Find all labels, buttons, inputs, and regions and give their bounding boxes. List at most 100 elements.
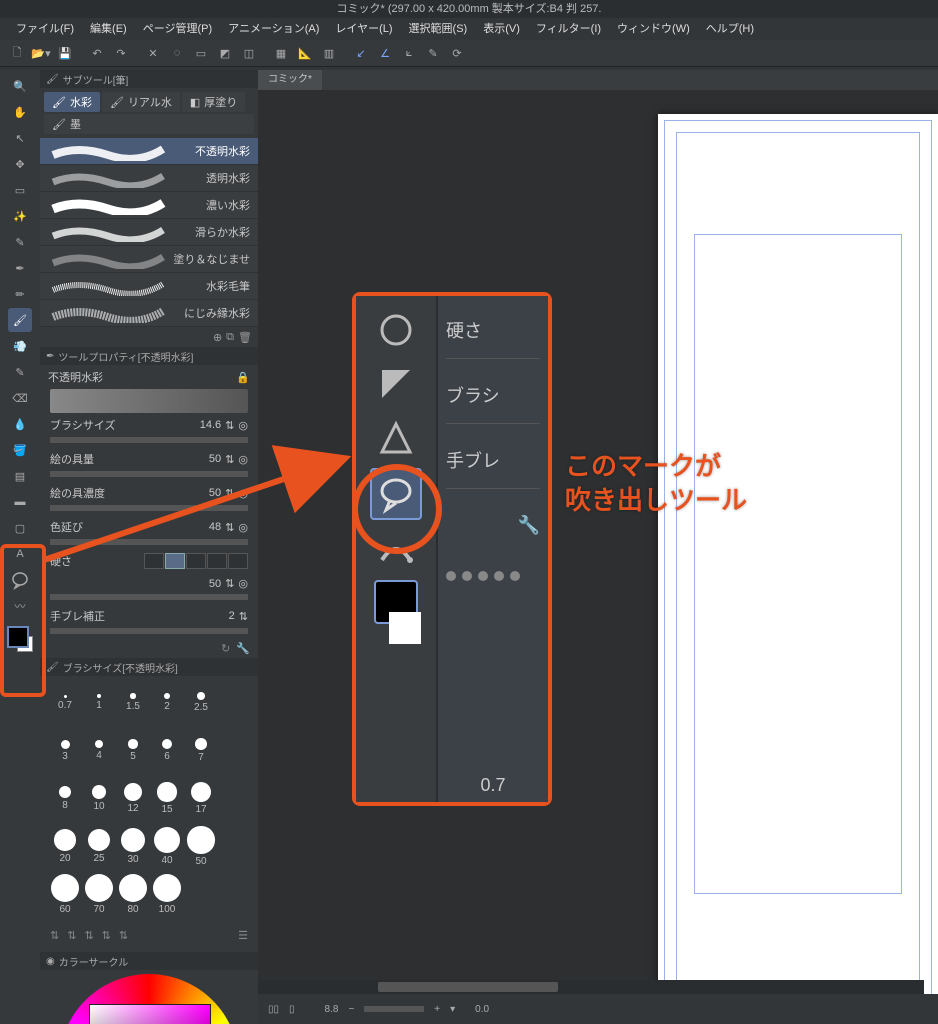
prop-hardness[interactable]: 硬さ [40,549,258,573]
operation-tool-icon[interactable]: ↖ [8,126,32,150]
menu-window[interactable]: ウィンドウ(W) [609,18,698,40]
document-tab[interactable]: コミック* [258,70,322,90]
menu-file[interactable]: ファイル(F) [8,18,82,40]
prop-paint-amount[interactable]: 絵の具量 50⇅◎ [40,447,258,471]
duplicate-subtool-icon[interactable]: ⧉ [226,331,234,344]
snap-line-icon[interactable]: ↙ [350,42,372,64]
clear-icon[interactable]: ✕ [142,42,164,64]
subtool-item-dark[interactable]: 濃い水彩 [40,192,258,219]
stabilize-slider[interactable] [50,628,248,634]
subtool-tab-thick[interactable]: ◧厚塗り [182,92,245,112]
menu-filter[interactable]: フィルター(I) [528,18,609,40]
color-square[interactable] [89,1004,211,1024]
page-single-icon[interactable]: ▯ [289,1004,295,1015]
gradient-tool-icon[interactable]: ▤ [8,464,32,488]
brush-size-preset[interactable]: 100 [152,874,182,918]
brush-size-preset[interactable]: 50 [186,826,216,870]
canvas-viewport[interactable] [258,90,938,994]
delete-subtool-icon[interactable]: 🗑 [238,331,252,344]
sel-dotted-icon[interactable]: ◌ [166,42,188,64]
dynamics-icon[interactable]: ◎ [238,419,248,432]
brush-size-preset[interactable]: 80 [118,874,148,918]
subtool-item-smooth[interactable]: 滑らか水彩 [40,219,258,246]
zoom-dropdown-icon[interactable]: ▾ [450,1004,455,1015]
zoom-in-icon[interactable]: + [434,1004,440,1015]
brush-size-preset[interactable]: 8 [50,778,80,822]
prop-paint-density[interactable]: 絵の具濃度 50⇅◎ [40,481,258,505]
brush-size-preset[interactable]: 15 [152,778,182,822]
subtool-item-hairbrush[interactable]: 水彩毛筆 [40,273,258,300]
guides-icon[interactable]: ▥ [318,42,340,64]
brush-size-preset[interactable]: 3 [50,730,80,774]
toolprop-header[interactable]: ✒ ツールプロパティ[不透明水彩] [40,347,258,365]
prop-stabilize[interactable]: 手ブレ補正 2⇅ [40,604,258,628]
figure-tool-icon[interactable]: ▬ [8,490,32,514]
balloon-tool-icon[interactable] [8,568,32,592]
brush-size-preset[interactable]: 25 [84,826,114,870]
subtool-tab-watercolor[interactable]: 🖌水彩 [44,92,100,112]
stepper-icon[interactable]: ⇅ [225,419,234,432]
sel-shrink-icon[interactable]: ◫ [238,42,260,64]
subtool-item-transparent[interactable]: 透明水彩 [40,165,258,192]
menu-layer[interactable]: レイヤー(L) [327,18,400,40]
color-wheel[interactable] [59,974,239,1024]
brush-size-preset[interactable]: 5 [118,730,148,774]
eraser-tool-icon[interactable]: ⌫ [8,386,32,410]
subtool-item-bleed[interactable]: にじみ縁水彩 [40,300,258,327]
brush-size-preset[interactable]: 1.5 [118,682,148,726]
size-preset-icon[interactable]: ⇅ [119,929,128,942]
brush-size-preset[interactable]: 4 [84,730,114,774]
text-tool-icon[interactable]: A [8,542,32,566]
prop-brush-size[interactable]: ブラシサイズ 14.6⇅◎ [40,413,258,437]
sel-invert-icon[interactable]: ◩ [214,42,236,64]
subtool-panel-header[interactable]: 🖌 サブツール[筆] [40,70,258,88]
undo-icon[interactable]: ↶ [86,42,108,64]
assist-icon[interactable]: ⟳ [446,42,468,64]
sel-square-icon[interactable]: ▭ [190,42,212,64]
size-list-icon[interactable]: ☰ [238,929,248,942]
zoom-value[interactable]: 8.8 [325,1004,339,1015]
ruler-icon[interactable]: 📐 [294,42,316,64]
brush-size-preset[interactable]: 70 [84,874,114,918]
zoom-slider[interactable] [364,1006,424,1012]
lock-icon[interactable]: 🔒 [236,371,250,384]
wand-tool-icon[interactable]: ✨ [8,204,32,228]
menu-edit[interactable]: 編集(E) [82,18,135,40]
eyedropper-tool-icon[interactable]: ✎ [8,230,32,254]
size-preset-icon[interactable]: ⇅ [102,929,111,942]
redo-icon[interactable]: ↷ [110,42,132,64]
brush-size-preset[interactable]: 17 [186,778,216,822]
paint-density-slider[interactable] [50,505,248,511]
horizontal-scrollbar[interactable] [258,980,924,994]
brush-size-preset[interactable]: 6 [152,730,182,774]
snap-perspective-icon[interactable]: ⟀ [398,42,420,64]
menu-help[interactable]: ヘルプ(H) [698,18,762,40]
deco-tool-icon[interactable]: ✎ [8,360,32,384]
prop-color-stretch[interactable]: 色延び 48⇅◎ [40,515,258,539]
brush-tool-icon[interactable]: 🖌 [8,308,32,332]
brush-size-preset[interactable]: 40 [152,826,182,870]
brush-size-preset[interactable]: 20 [50,826,80,870]
brush-size-preset[interactable]: 12 [118,778,148,822]
brush-size-preset[interactable]: 1 [84,682,114,726]
brush-size-preset[interactable]: 60 [50,874,80,918]
save-file-icon[interactable]: 💾 [54,42,76,64]
new-file-icon[interactable]: 🗋 [6,42,28,64]
move-layer-tool-icon[interactable]: ✥ [8,152,32,176]
fill-tool-icon[interactable]: 🪣 [8,438,32,462]
menu-select[interactable]: 選択範囲(S) [401,18,476,40]
fg-color-swatch[interactable] [7,626,29,648]
snap-ruler-icon[interactable]: ∠ [374,42,396,64]
prop-brush-density2[interactable]: 50⇅◎ [40,573,258,594]
brush-size-preset[interactable]: 0.7 [50,682,80,726]
brush-size-preset[interactable]: 2 [152,682,182,726]
subtool-tab-ink[interactable]: 🖌墨 [44,114,254,134]
airbrush-tool-icon[interactable]: 💨 [8,334,32,358]
scrollbar-thumb[interactable] [378,982,558,992]
brush-size-preset[interactable]: 7 [186,730,216,774]
brush-size-preset[interactable]: 30 [118,826,148,870]
angle-value[interactable]: 0.0 [475,1004,489,1015]
brush-size-preset[interactable]: 2.5 [186,682,216,726]
correct-line-tool-icon[interactable]: 〰 [8,594,32,618]
color-circle-header[interactable]: ◉ カラーサークル [40,952,258,970]
